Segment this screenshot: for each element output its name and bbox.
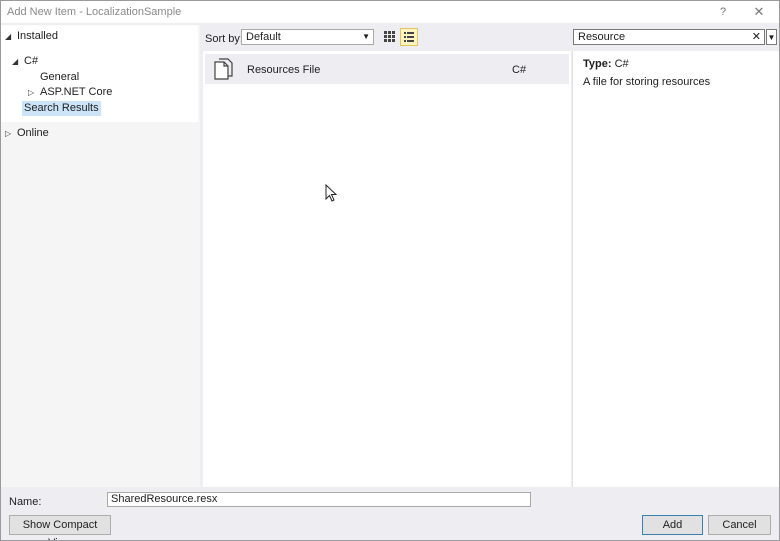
- list-view-icon: [404, 32, 414, 42]
- medium-icons-view-button[interactable]: [380, 28, 398, 46]
- tree-item-online[interactable]: Online: [17, 126, 49, 141]
- collapsed-arrow-icon[interactable]: ▷: [5, 126, 11, 141]
- tree-item-installed[interactable]: Installed: [17, 29, 58, 44]
- document-file-icon: [214, 58, 233, 80]
- tree-item-aspnet-core[interactable]: ASP.NET Core: [40, 85, 112, 100]
- template-details-panel: Type: C# A file for storing resources: [572, 51, 779, 487]
- template-list: Resources File C#: [203, 51, 571, 487]
- dropdown-arrow-icon: ▼: [362, 32, 370, 41]
- type-label: Type:: [583, 58, 612, 70]
- grid-view-icon: [384, 31, 395, 42]
- tree-item-search-results[interactable]: Search Results: [22, 101, 101, 116]
- category-tree-panel: ◢ Installed ◢ C# General ▷ ASP.NET Core …: [1, 25, 200, 487]
- cancel-button[interactable]: Cancel: [708, 515, 771, 535]
- search-input[interactable]: Resource ✕: [573, 29, 765, 45]
- template-language: C#: [512, 64, 527, 76]
- mouse-pointer-icon: [325, 184, 337, 202]
- template-row[interactable]: Resources File C#: [205, 54, 569, 84]
- sort-by-select[interactable]: Default ▼: [241, 29, 374, 45]
- template-name: Resources File: [247, 64, 321, 76]
- search-dropdown-arrow-icon[interactable]: ▼: [766, 29, 777, 45]
- show-compact-view-button[interactable]: Show Compact View: [9, 515, 111, 540]
- title-bar: Add New Item - LocalizationSample ? ✕: [1, 1, 779, 23]
- window-title: Add New Item - LocalizationSample: [7, 6, 182, 18]
- add-button[interactable]: Add: [642, 515, 703, 535]
- type-line: Type: C#: [583, 58, 629, 70]
- sort-by-label: Sort by:: [205, 33, 243, 45]
- clear-search-icon[interactable]: ✕: [752, 30, 761, 44]
- name-value: SharedResource.resx: [111, 493, 218, 505]
- tree-item-general[interactable]: General: [40, 70, 79, 85]
- expanded-arrow-icon[interactable]: ◢: [5, 29, 11, 44]
- template-description: A file for storing resources: [583, 76, 711, 88]
- installed-tree: ◢ Installed ◢ C# General ▷ ASP.NET Core …: [1, 25, 198, 122]
- tree-item-csharp[interactable]: C#: [24, 54, 38, 69]
- name-label: Name:: [9, 496, 42, 508]
- add-new-item-dialog: Add New Item - LocalizationSample ? ✕ ◢ …: [0, 0, 780, 541]
- small-icons-view-button[interactable]: [400, 28, 418, 46]
- expanded-arrow-icon[interactable]: ◢: [12, 54, 18, 69]
- sort-by-value: Default: [246, 31, 281, 43]
- type-value: C#: [614, 58, 629, 70]
- name-input[interactable]: SharedResource.resx: [107, 492, 531, 507]
- close-button[interactable]: ✕: [749, 4, 769, 20]
- collapsed-arrow-icon[interactable]: ▷: [28, 85, 34, 100]
- search-value: Resource: [578, 31, 626, 43]
- help-button[interactable]: ?: [715, 4, 731, 20]
